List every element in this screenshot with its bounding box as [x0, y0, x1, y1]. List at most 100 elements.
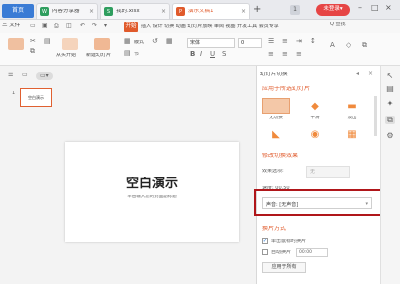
slide-number: 1 [12, 91, 16, 96]
close-icon[interactable]: × [161, 8, 166, 15]
copy-icon[interactable]: ⧉ [30, 48, 35, 55]
slide-subtitle[interactable]: 单击输入您的封面副标题 [65, 195, 239, 200]
section-icon[interactable]: ▤ [124, 50, 131, 57]
new-slide-label[interactable]: 新建幻灯片 [86, 53, 111, 58]
file-menu[interactable]: 三 文件 [2, 23, 20, 29]
ribbon-tabs[interactable]: 插入 设计 切换 动画 幻灯片放映 审阅 视图 开发工具 会员专享 [141, 24, 325, 29]
shape-icon[interactable]: ◇ [346, 42, 351, 49]
paste-icon[interactable] [8, 38, 24, 50]
tab-start[interactable]: 开始 [124, 22, 138, 32]
effect-smooth[interactable]: ◆ 平滑 [301, 98, 329, 122]
format-icon[interactable]: ⚙ [385, 132, 395, 140]
align-left-icon[interactable]: ≡ [268, 51, 274, 58]
layout-label[interactable]: 版式 [134, 40, 144, 45]
tab-label: 我的.xlsx [116, 8, 140, 14]
effect-none[interactable]: 无切换 [262, 98, 290, 122]
slide-title[interactable]: 空白演示 [65, 177, 239, 190]
none-effect-icon [262, 98, 290, 114]
from-start-label[interactable]: 从头开始 [56, 53, 76, 58]
new-slide-icon[interactable] [94, 38, 110, 50]
effect-icon: ◣ [272, 128, 280, 140]
close-panel-icon[interactable]: × [368, 71, 373, 77]
search-button[interactable]: Q 查找 [330, 22, 346, 27]
folder-icon[interactable]: ▭ [30, 23, 36, 29]
from-start-icon[interactable] [62, 38, 78, 50]
font-size-select[interactable]: 0 [238, 38, 262, 48]
apply-all-button[interactable]: 应用于所有 [262, 262, 306, 273]
spreadsheet-icon: S [104, 7, 113, 16]
slide-thumbnail[interactable]: 空白演示 [20, 88, 52, 107]
fade-effect-icon: ▬ [347, 100, 357, 112]
font-family-select[interactable]: 宋体 [187, 38, 235, 48]
effects-scrollbar[interactable] [374, 96, 377, 136]
preview-icon[interactable]: ◫ [66, 23, 72, 29]
tab-presentation[interactable]: P 演示文稿1 × [172, 3, 250, 19]
animation-icon[interactable]: ✦ [385, 100, 395, 108]
close-icon[interactable]: × [241, 8, 246, 15]
side-toolbar [380, 66, 400, 284]
slides-view-icon[interactable]: ▭ [22, 72, 28, 78]
arrange-icon[interactable]: ⧉ [362, 42, 367, 49]
bullets-icon[interactable]: ☰ [268, 38, 274, 45]
undo-icon[interactable]: ↶ [80, 23, 85, 29]
on-click-checkbox[interactable]: ✓ [262, 238, 268, 244]
grid-icon[interactable]: ▦ [166, 38, 173, 45]
new-tab-button[interactable]: + [253, 5, 261, 15]
effect-option-label: 效果选项: [262, 169, 284, 174]
highlight-box [254, 189, 382, 216]
home-tab[interactable]: 首页 [2, 4, 34, 18]
effect-fade[interactable]: ▬ 淡出 [338, 98, 366, 122]
strikethrough-icon[interactable]: S [222, 51, 226, 58]
presentation-icon: P [176, 7, 185, 16]
pin-icon[interactable]: ◂ [356, 71, 359, 77]
numbering-icon[interactable]: ≡ [282, 38, 288, 45]
reset-icon[interactable]: ↺ [152, 38, 158, 45]
close-window-icon[interactable]: × [385, 4, 392, 12]
section-label[interactable]: 节 [134, 52, 139, 57]
effect-label: 无切换 [269, 116, 283, 120]
effect-row2-3[interactable]: ▦ [338, 126, 366, 142]
bold-icon[interactable]: B [190, 51, 195, 58]
effect-row2-2[interactable]: ◉ [301, 126, 329, 142]
cut-icon[interactable]: ✂ [30, 38, 36, 45]
auto-advance-checkbox[interactable] [262, 249, 268, 255]
outline-icon[interactable]: ☰ [8, 72, 13, 78]
tab-label: 内容分享器 [52, 8, 80, 14]
effect-label: 平滑 [310, 116, 320, 120]
italic-icon[interactable]: I [200, 51, 202, 58]
layout-icon[interactable]: ▦ [124, 38, 131, 45]
auto-advance-label: 自动换片 [271, 250, 292, 255]
slide-settings-icon[interactable]: ▤ [385, 85, 395, 93]
save-icon[interactable]: ▣ [42, 23, 48, 29]
more-icon[interactable]: ▾ [104, 23, 107, 29]
effect-icon: ◉ [310, 128, 320, 140]
align-center-icon[interactable]: ≡ [282, 51, 288, 58]
format-painter-icon[interactable]: ▤ [44, 38, 51, 45]
window-count-badge[interactable]: 1 [290, 5, 300, 15]
advance-section-title: 换片方式 [262, 226, 287, 232]
underline-icon[interactable]: U [210, 51, 215, 58]
print-icon[interactable]: ⎙ [54, 23, 59, 29]
panel-title: 幻灯片切换 [260, 72, 288, 77]
thumbnail-view-icon[interactable]: ▭▾ [36, 72, 53, 80]
tab-label: 演示文稿1 [188, 8, 214, 14]
transition-icon[interactable]: ⧉ [385, 116, 395, 124]
apply-section-title: 应用于所选幻灯片 [262, 86, 311, 92]
login-button[interactable]: 未登录▾ [316, 4, 350, 16]
redo-icon[interactable]: ↷ [92, 23, 97, 29]
effect-option-select[interactable]: 无 [306, 166, 350, 178]
close-icon[interactable]: × [89, 8, 94, 15]
tab-content-share[interactable]: W 内容分享器 × [36, 3, 98, 19]
indent-icon[interactable]: ⇥ [296, 38, 302, 45]
line-spacing-icon[interactable]: ↕ [310, 38, 316, 45]
minimize-icon[interactable]: – [358, 4, 362, 12]
effect-label: 淡出 [347, 116, 357, 120]
arrow-icon[interactable]: ↖ [385, 72, 395, 80]
auto-time-input[interactable]: 00:00 [296, 248, 328, 257]
maximize-icon[interactable]: □ [371, 4, 379, 12]
align-right-icon[interactable]: ≡ [296, 51, 302, 58]
tab-spreadsheet[interactable]: S 我的.xlsx × [100, 3, 170, 19]
slide-canvas[interactable] [65, 142, 239, 242]
textbox-icon[interactable]: A [330, 42, 335, 49]
effect-row2-1[interactable]: ◣ [262, 126, 290, 142]
